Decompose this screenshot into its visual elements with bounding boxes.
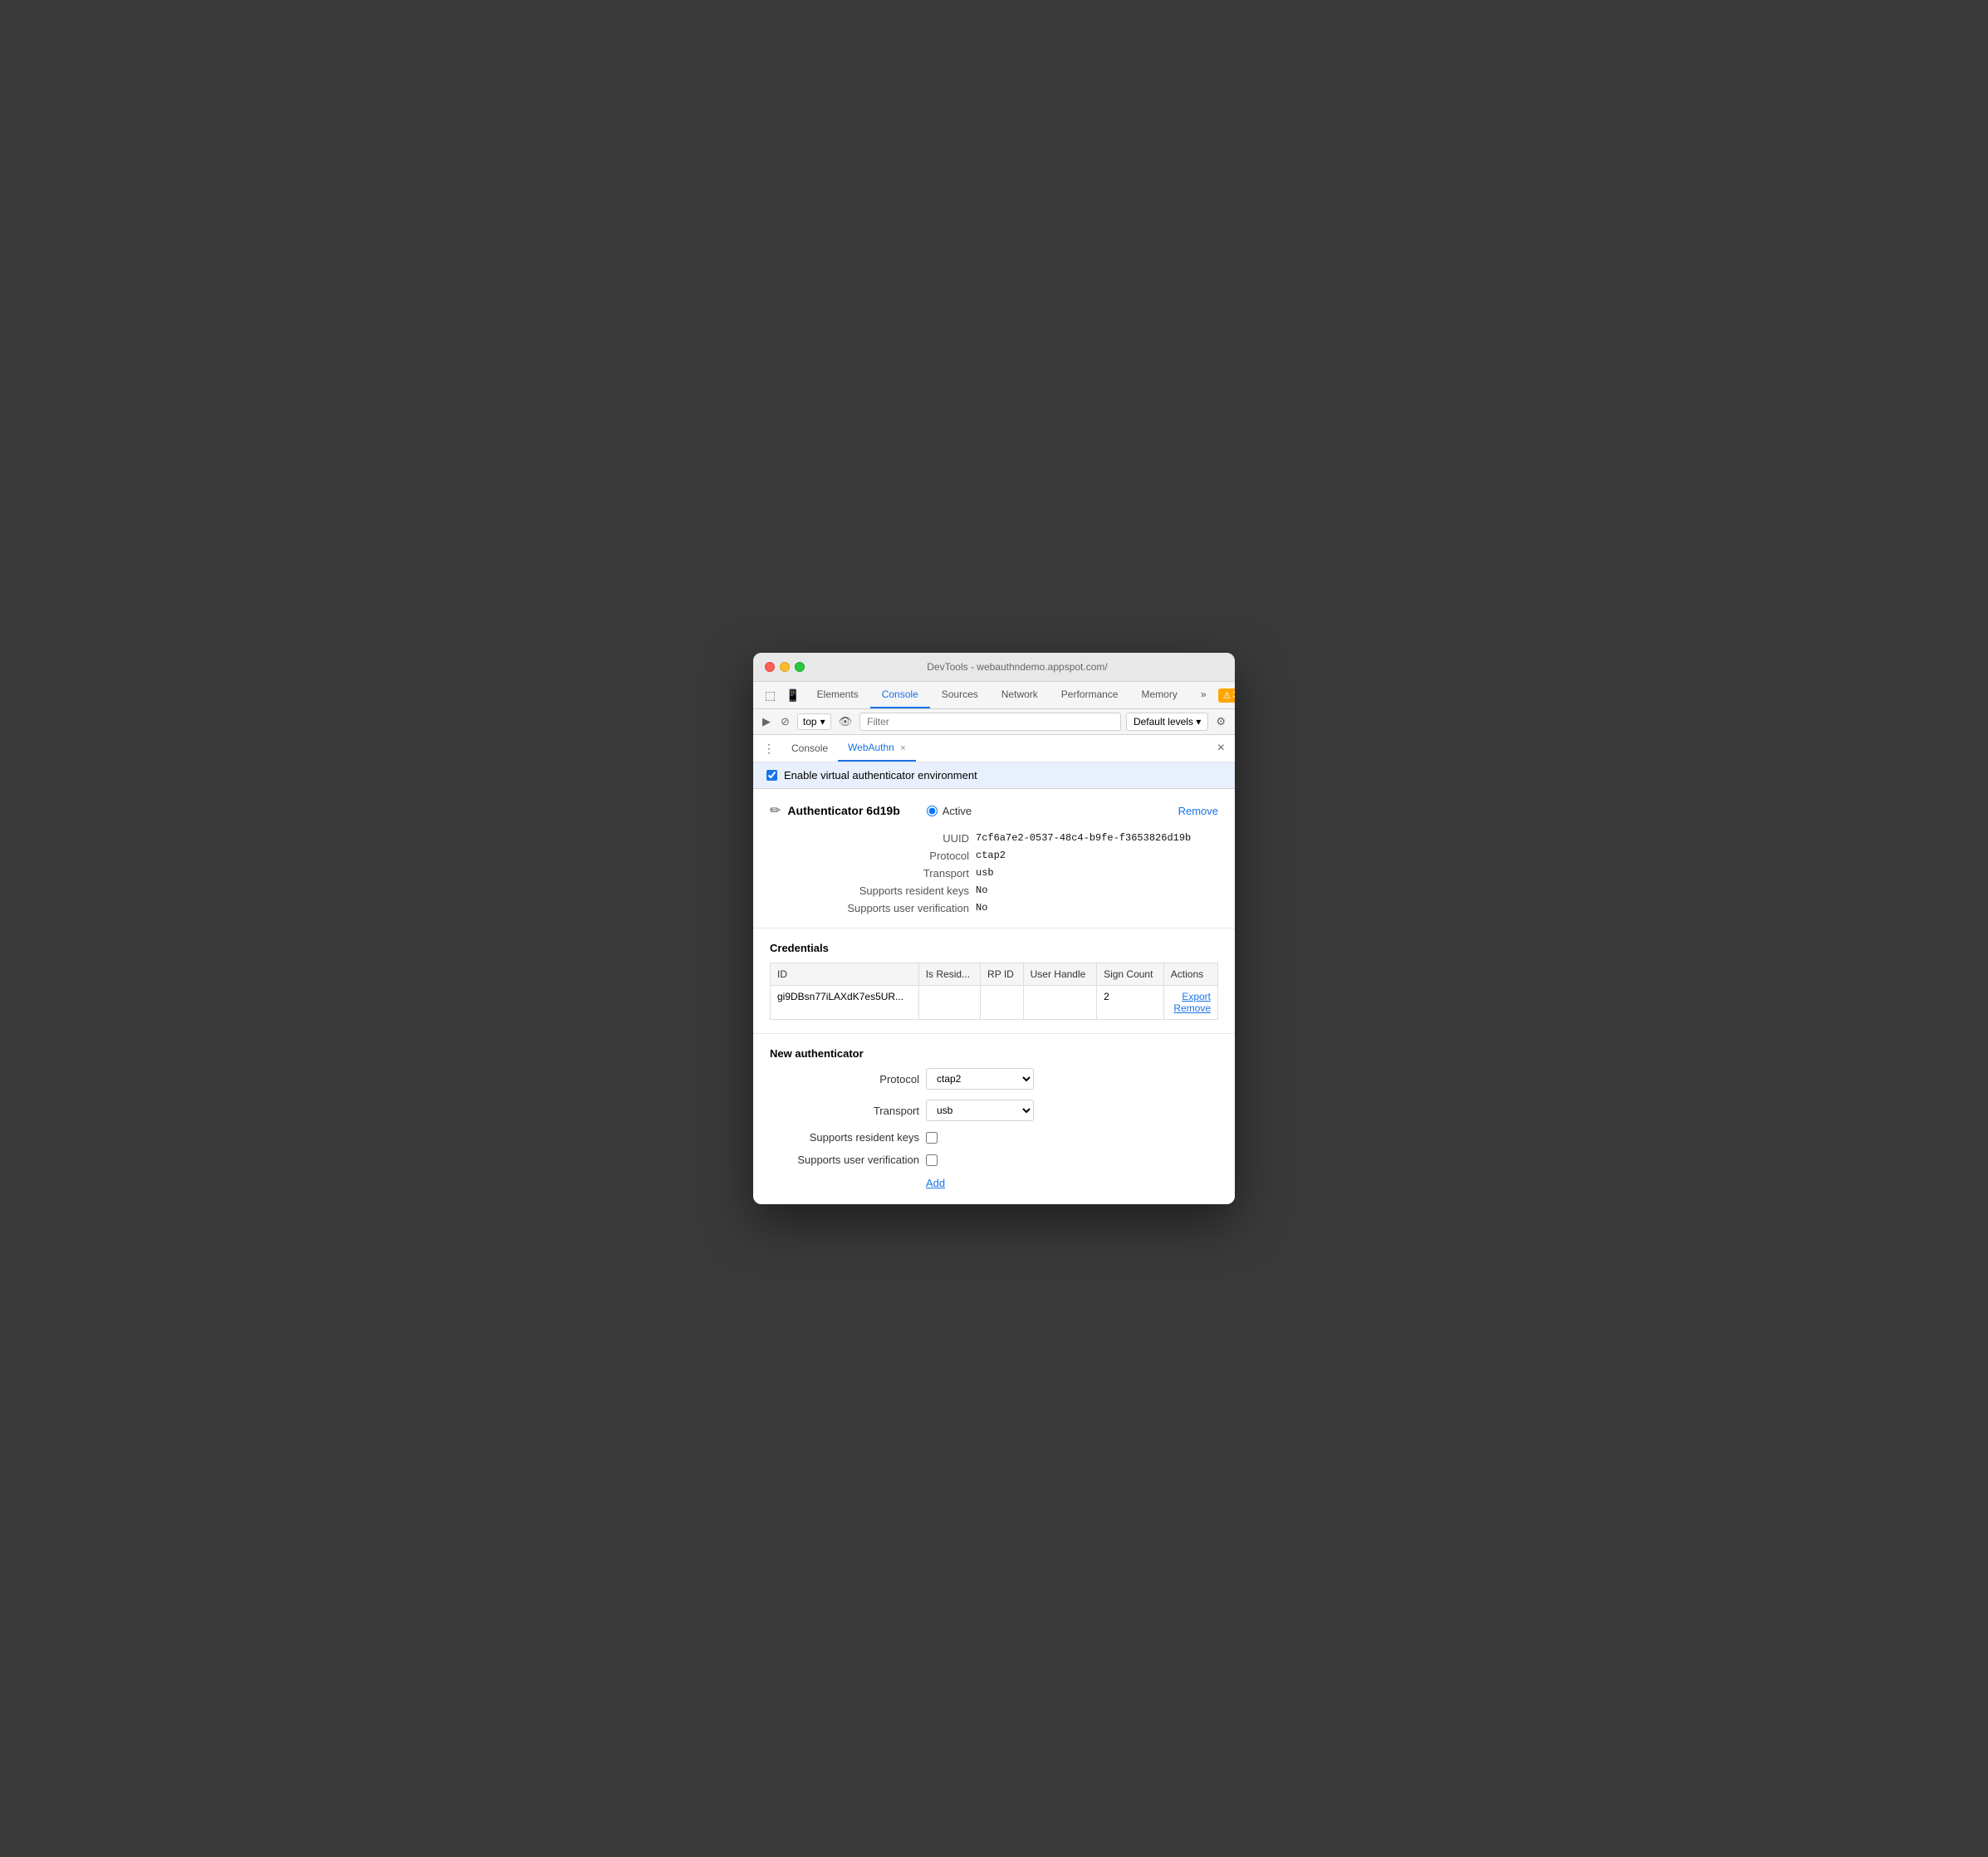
context-label: top [803,716,817,728]
enable-checkbox[interactable] [766,770,777,781]
add-button-row: Add [770,1176,1218,1191]
cred-user-handle [1023,986,1096,1020]
subtabs-bar: ⋮ Console WebAuthn × × [753,735,1235,762]
active-label: Active [943,805,972,817]
eye-icon[interactable]: 👁 [836,713,855,731]
resident-keys-value: No [976,884,1218,897]
subtab-webauthn[interactable]: WebAuthn × [838,735,916,762]
transport-row: Transport usb nfc ble internal [770,1100,1218,1121]
protocol-row: Protocol ctap2 u2f [770,1068,1218,1090]
uuid-value: 7cf6a7e2-0537-48c4-b9fe-f3653826d19b [976,832,1218,845]
main-content: Enable virtual authenticator environment… [753,762,1235,1204]
nav-tabs-bar: ⬚ 📱 Elements Console Sources Network Per… [753,682,1235,709]
traffic-lights [765,662,805,672]
titlebar: DevTools - webauthndemo.appspot.com/ [753,653,1235,682]
devtools-window: DevTools - webauthndemo.appspot.com/ ⬚ 📱… [753,653,1235,1204]
col-user-handle: User Handle [1023,963,1096,986]
add-authenticator-link[interactable]: Add [926,1177,945,1189]
tab-memory[interactable]: Memory [1129,682,1188,708]
protocol-value: ctap2 [976,850,1218,862]
close-button[interactable] [765,662,775,672]
cred-rp-id [981,986,1024,1020]
authenticator-section: ✏ Authenticator 6d19b Active Remove UUID… [753,789,1235,928]
export-link[interactable]: Export [1171,991,1211,1002]
new-user-verification-checkbox[interactable] [926,1154,938,1166]
new-protocol-label: Protocol [770,1073,919,1085]
levels-label: Default levels ▾ [1134,716,1201,728]
remove-credential-link[interactable]: Remove [1171,1002,1211,1014]
tab-network[interactable]: Network [990,682,1050,708]
cred-is-resident [918,986,980,1020]
inspect-element-button[interactable]: ⬚ [760,685,781,706]
user-verification-value: No [976,902,1218,914]
credentials-section: Credentials ID Is Resid... RP ID User Ha… [753,928,1235,1034]
col-sign-count: Sign Count [1097,963,1164,986]
levels-select[interactable]: Default levels ▾ [1126,713,1208,731]
new-transport-label: Transport [770,1105,919,1117]
col-id: ID [771,963,919,986]
remove-authenticator-link[interactable]: Remove [1178,805,1218,817]
transport-value: usb [976,867,1218,880]
new-resident-keys-label: Supports resident keys [770,1131,919,1144]
content-area: Enable virtual authenticator environment… [753,762,1235,1204]
tab-performance[interactable]: Performance [1050,682,1130,708]
credentials-title: Credentials [770,942,1218,954]
window-title: DevTools - webauthndemo.appspot.com/ [811,661,1223,673]
user-verification-row: Supports user verification [770,1154,1218,1166]
transport-label: Transport [803,867,969,880]
filter-input[interactable] [859,713,1121,731]
new-user-verification-label: Supports user verification [770,1154,919,1166]
resident-keys-label: Supports resident keys [803,884,969,897]
play-icon[interactable]: ▶ [760,713,773,731]
subtabs-menu-icon[interactable]: ⋮ [763,742,775,756]
context-selector[interactable]: top ▾ [797,713,831,730]
device-toggle-button[interactable]: 📱 [781,685,805,706]
user-verification-label: Supports user verification [803,902,969,914]
table-header-row: ID Is Resid... RP ID User Handle Sign Co… [771,963,1218,986]
new-auth-title: New authenticator [770,1047,1218,1060]
block-icon[interactable]: ⊘ [778,713,792,731]
edit-icon[interactable]: ✏ [770,802,781,819]
tab-elements[interactable]: Elements [805,682,870,708]
console-toolbar: ▶ ⊘ top ▾ 👁 Default levels ▾ ⚙ [753,709,1235,735]
col-rp-id: RP ID [981,963,1024,986]
resident-keys-row: Supports resident keys [770,1131,1218,1144]
minimize-button[interactable] [780,662,790,672]
new-authenticator-section: New authenticator Protocol ctap2 u2f Tra… [753,1034,1235,1204]
enable-bar: Enable virtual authenticator environment [753,762,1235,789]
active-radio-input[interactable] [927,806,938,816]
col-is-resident: Is Resid... [918,963,980,986]
cred-actions-cell: Export Remove [1163,986,1217,1020]
maximize-button[interactable] [795,662,805,672]
cred-id: gi9DBsn77iLAXdK7es5UR... [771,986,919,1020]
authenticator-info-grid: UUID 7cf6a7e2-0537-48c4-b9fe-f3653826d19… [803,832,1218,914]
subtab-close-icon[interactable]: × [900,743,905,753]
console-settings-icon[interactable]: ⚙ [1213,713,1228,731]
dropdown-icon: ▾ [820,716,825,728]
warning-count: 3 [1232,690,1235,700]
credentials-table: ID Is Resid... RP ID User Handle Sign Co… [770,963,1218,1020]
cred-sign-count: 2 [1097,986,1164,1020]
close-all-tabs-icon[interactable]: × [1217,741,1225,756]
enable-label: Enable virtual authenticator environment [784,769,977,782]
tab-console[interactable]: Console [870,682,930,708]
tab-more[interactable]: » [1189,682,1218,708]
new-protocol-select[interactable]: ctap2 u2f [926,1068,1034,1090]
tab-sources[interactable]: Sources [930,682,990,708]
protocol-label: Protocol [803,850,969,862]
authenticator-name: Authenticator 6d19b [787,804,899,817]
warning-badge[interactable]: ⚠ 3 [1218,688,1235,703]
table-row: gi9DBsn77iLAXdK7es5UR... 2 Export Remove [771,986,1218,1020]
active-radio: Active [927,805,972,817]
new-transport-select[interactable]: usb nfc ble internal [926,1100,1034,1121]
subtab-console[interactable]: Console [781,736,838,761]
nav-right-controls: ⚠ 3 ⚙ ⋮ [1218,685,1235,705]
authenticator-header: ✏ Authenticator 6d19b Active Remove [770,802,1218,819]
col-actions: Actions [1163,963,1217,986]
warning-icon: ⚠ [1223,690,1231,701]
uuid-label: UUID [803,832,969,845]
new-resident-keys-checkbox[interactable] [926,1132,938,1144]
